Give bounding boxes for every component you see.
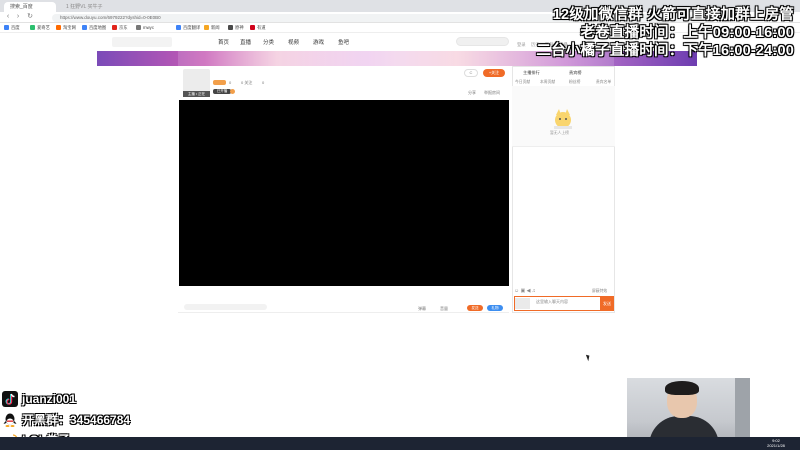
nav-games[interactable]: 游戏: [313, 38, 324, 46]
bookmark-item[interactable]: 京东: [112, 24, 128, 32]
live-dot-icon: [230, 89, 235, 94]
site-logo[interactable]: [112, 37, 172, 47]
bookmark-icon: [56, 25, 61, 30]
video-player[interactable]: [179, 100, 509, 286]
nav-video[interactable]: 视频: [288, 38, 299, 46]
reload-icon[interactable]: ↻: [26, 13, 34, 21]
bookmark-icon: [30, 25, 35, 30]
mouse-cursor-icon: [585, 353, 592, 362]
live-status-badge: 已开播: [213, 89, 231, 94]
stat-hot: 0: [229, 80, 232, 85]
forward-arrow-icon[interactable]: ›: [14, 13, 22, 21]
bookmark-item[interactable]: mwyc: [136, 24, 154, 32]
nav-yuba[interactable]: 鱼吧: [338, 38, 349, 46]
overlay-notice-line3: 二台小橘子直播时间：下午16:00-24:00: [536, 43, 794, 59]
bookmark-icon: [136, 25, 141, 30]
tiktok-icon: [2, 391, 18, 407]
chat-tools: ☺ ▣ ◀ ♫: [514, 288, 536, 294]
tab-vip-rank[interactable]: 贵宾榜: [569, 70, 582, 76]
tiktok-handle: juanzi001: [22, 392, 77, 406]
stat-fans: 0: [262, 80, 265, 85]
bookmark-icon: [176, 25, 181, 30]
qq-group: 开黑群：345466784: [22, 413, 131, 427]
avatar-tag: 主播 • 正在: [183, 91, 210, 97]
clock-date: 2021/1/28: [767, 443, 785, 448]
stat-follow: 0 关注: [241, 80, 253, 85]
chat-send-button[interactable]: 发送: [600, 296, 614, 311]
tab-anchor-rank[interactable]: 主播排行: [523, 70, 540, 76]
bookmark-icon: [4, 25, 9, 30]
back-arrow-icon[interactable]: ‹: [4, 13, 12, 21]
gift-button[interactable]: 礼物: [487, 305, 503, 311]
browser-tab[interactable]: 1 狂野VL 买牛子: [60, 2, 190, 12]
social-qq: 开黑群：345466784: [2, 411, 130, 428]
bookmark-item[interactable]: 有道: [250, 24, 266, 32]
subtab-vip-list[interactable]: 贵宾名单: [596, 80, 611, 85]
bookmark-icon: [228, 25, 233, 30]
refresh-icon[interactable]: C: [464, 69, 478, 77]
social-tiktok: juanzi001: [2, 391, 76, 407]
bookmark-item[interactable]: 爱奇艺: [30, 24, 50, 32]
nav-category[interactable]: 分类: [263, 38, 274, 46]
bookmark-icon: [82, 25, 87, 30]
bookmark-icon: [112, 25, 117, 30]
taskbar-clock[interactable]: 9:02 2021/1/28: [756, 438, 796, 448]
header-login[interactable]: 登录: [517, 42, 526, 48]
bookmark-item[interactable]: 原神: [228, 24, 244, 32]
send-gift-button[interactable]: 发送: [467, 305, 483, 311]
bookmark-item[interactable]: 百度: [4, 24, 20, 32]
share-link[interactable]: 分享: [468, 90, 476, 96]
follow-button[interactable]: +关注: [483, 69, 505, 77]
webcam-person-hair: [665, 381, 699, 395]
nav-home[interactable]: 首页: [218, 38, 229, 46]
room-header: [178, 66, 509, 100]
danmaku-toggle[interactable]: 弹幕: [418, 306, 426, 312]
subtab-week[interactable]: 本周贡献: [540, 80, 555, 85]
site-search-input[interactable]: [456, 37, 509, 46]
hide-effects-checkbox[interactable]: 屏蔽特效: [592, 289, 607, 294]
os-taskbar: [0, 437, 800, 450]
user-avatar-icon: [515, 298, 530, 309]
bookmark-item[interactable]: 百度地图: [82, 24, 106, 32]
level-badge: [213, 80, 226, 85]
subtab-today[interactable]: 今日贡献: [515, 80, 530, 85]
bookmark-icon: [204, 25, 209, 30]
empty-rank-caption: 暂无人上榜: [550, 131, 569, 135]
chat-input[interactable]: 这里输入聊天内容: [536, 299, 568, 305]
qq-icon: [3, 413, 17, 427]
bookmark-item[interactable]: 淘宝网: [56, 24, 76, 32]
browser-tab-active[interactable]: 搜索_百度: [4, 2, 56, 12]
report-link[interactable]: 举报房间: [484, 90, 500, 96]
bookmark-item[interactable]: 百度翻译: [176, 24, 200, 32]
subtab-fans[interactable]: 粉丝榜: [569, 80, 580, 85]
bookmark-icon: [250, 25, 255, 30]
gift-bar[interactable]: [184, 304, 267, 310]
bookmark-item[interactable]: 新闻: [204, 24, 220, 32]
volume-control[interactable]: 音量: [440, 306, 448, 312]
nav-live[interactable]: 直播: [240, 38, 251, 46]
